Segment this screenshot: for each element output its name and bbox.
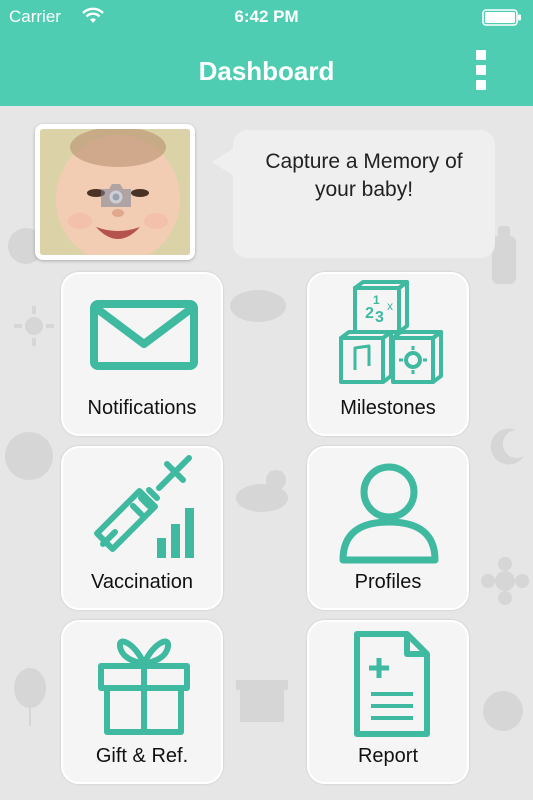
tile-label-vaccination: Vaccination xyxy=(91,571,193,593)
tile-milestones[interactable]: 2 3 1 x Milestones xyxy=(307,272,469,436)
status-time: 6:42 PM xyxy=(234,7,299,26)
tile-label-notifications: Notifications xyxy=(87,397,197,419)
svg-text:1: 1 xyxy=(373,293,380,307)
sun-icon xyxy=(14,306,54,346)
more-menu-button[interactable] xyxy=(470,46,494,94)
gift-icon xyxy=(236,680,288,722)
nav-bar: Dashboard xyxy=(0,34,533,106)
balloon-icon xyxy=(14,668,46,726)
cloud-icon xyxy=(230,290,286,322)
menu-dot-icon xyxy=(476,50,486,60)
tile-label-gift: Gift & Ref. xyxy=(95,745,189,767)
baby-photo-frame[interactable] xyxy=(35,124,195,260)
battery-icon xyxy=(482,9,521,26)
capture-memory-text: Capture a Memory of your baby! xyxy=(265,150,463,201)
moon-icon xyxy=(490,428,524,465)
tile-label-profiles: Profiles xyxy=(354,571,422,593)
duck-icon xyxy=(236,470,288,512)
status-bar: Carrier 6:42 PM xyxy=(0,0,533,34)
menu-dot-icon xyxy=(476,65,486,75)
tile-notifications[interactable]: Notifications xyxy=(61,272,223,436)
svg-text:3: 3 xyxy=(375,309,384,326)
envelope-icon xyxy=(90,300,198,370)
baby-photo[interactable] xyxy=(40,129,190,255)
tile-profiles[interactable]: Profiles xyxy=(307,446,469,610)
flower-icon xyxy=(481,557,529,605)
menu-dot-icon xyxy=(476,80,486,90)
tile-vaccination[interactable]: Vaccination xyxy=(61,446,223,610)
monkey-icon xyxy=(483,691,523,731)
tile-report[interactable]: Report xyxy=(307,620,469,784)
tile-gift[interactable]: Gift & Ref. xyxy=(61,620,223,784)
blocks-icon: 2 3 1 x xyxy=(339,280,443,384)
camera-icon[interactable] xyxy=(98,181,134,209)
page-title: Dashboard xyxy=(198,56,335,86)
capture-memory-bubble[interactable]: Capture a Memory of your baby! xyxy=(233,130,495,258)
tile-label-milestones: Milestones xyxy=(340,397,436,419)
syringe-icon xyxy=(94,455,194,558)
gift-icon xyxy=(98,638,190,735)
tile-label-report: Report xyxy=(357,745,419,767)
document-plus-icon xyxy=(354,631,430,737)
svg-text:2: 2 xyxy=(365,305,374,322)
person-icon xyxy=(339,463,439,564)
svg-text:x: x xyxy=(387,299,393,313)
ball-icon xyxy=(5,432,53,480)
bubble-tail xyxy=(212,148,234,176)
